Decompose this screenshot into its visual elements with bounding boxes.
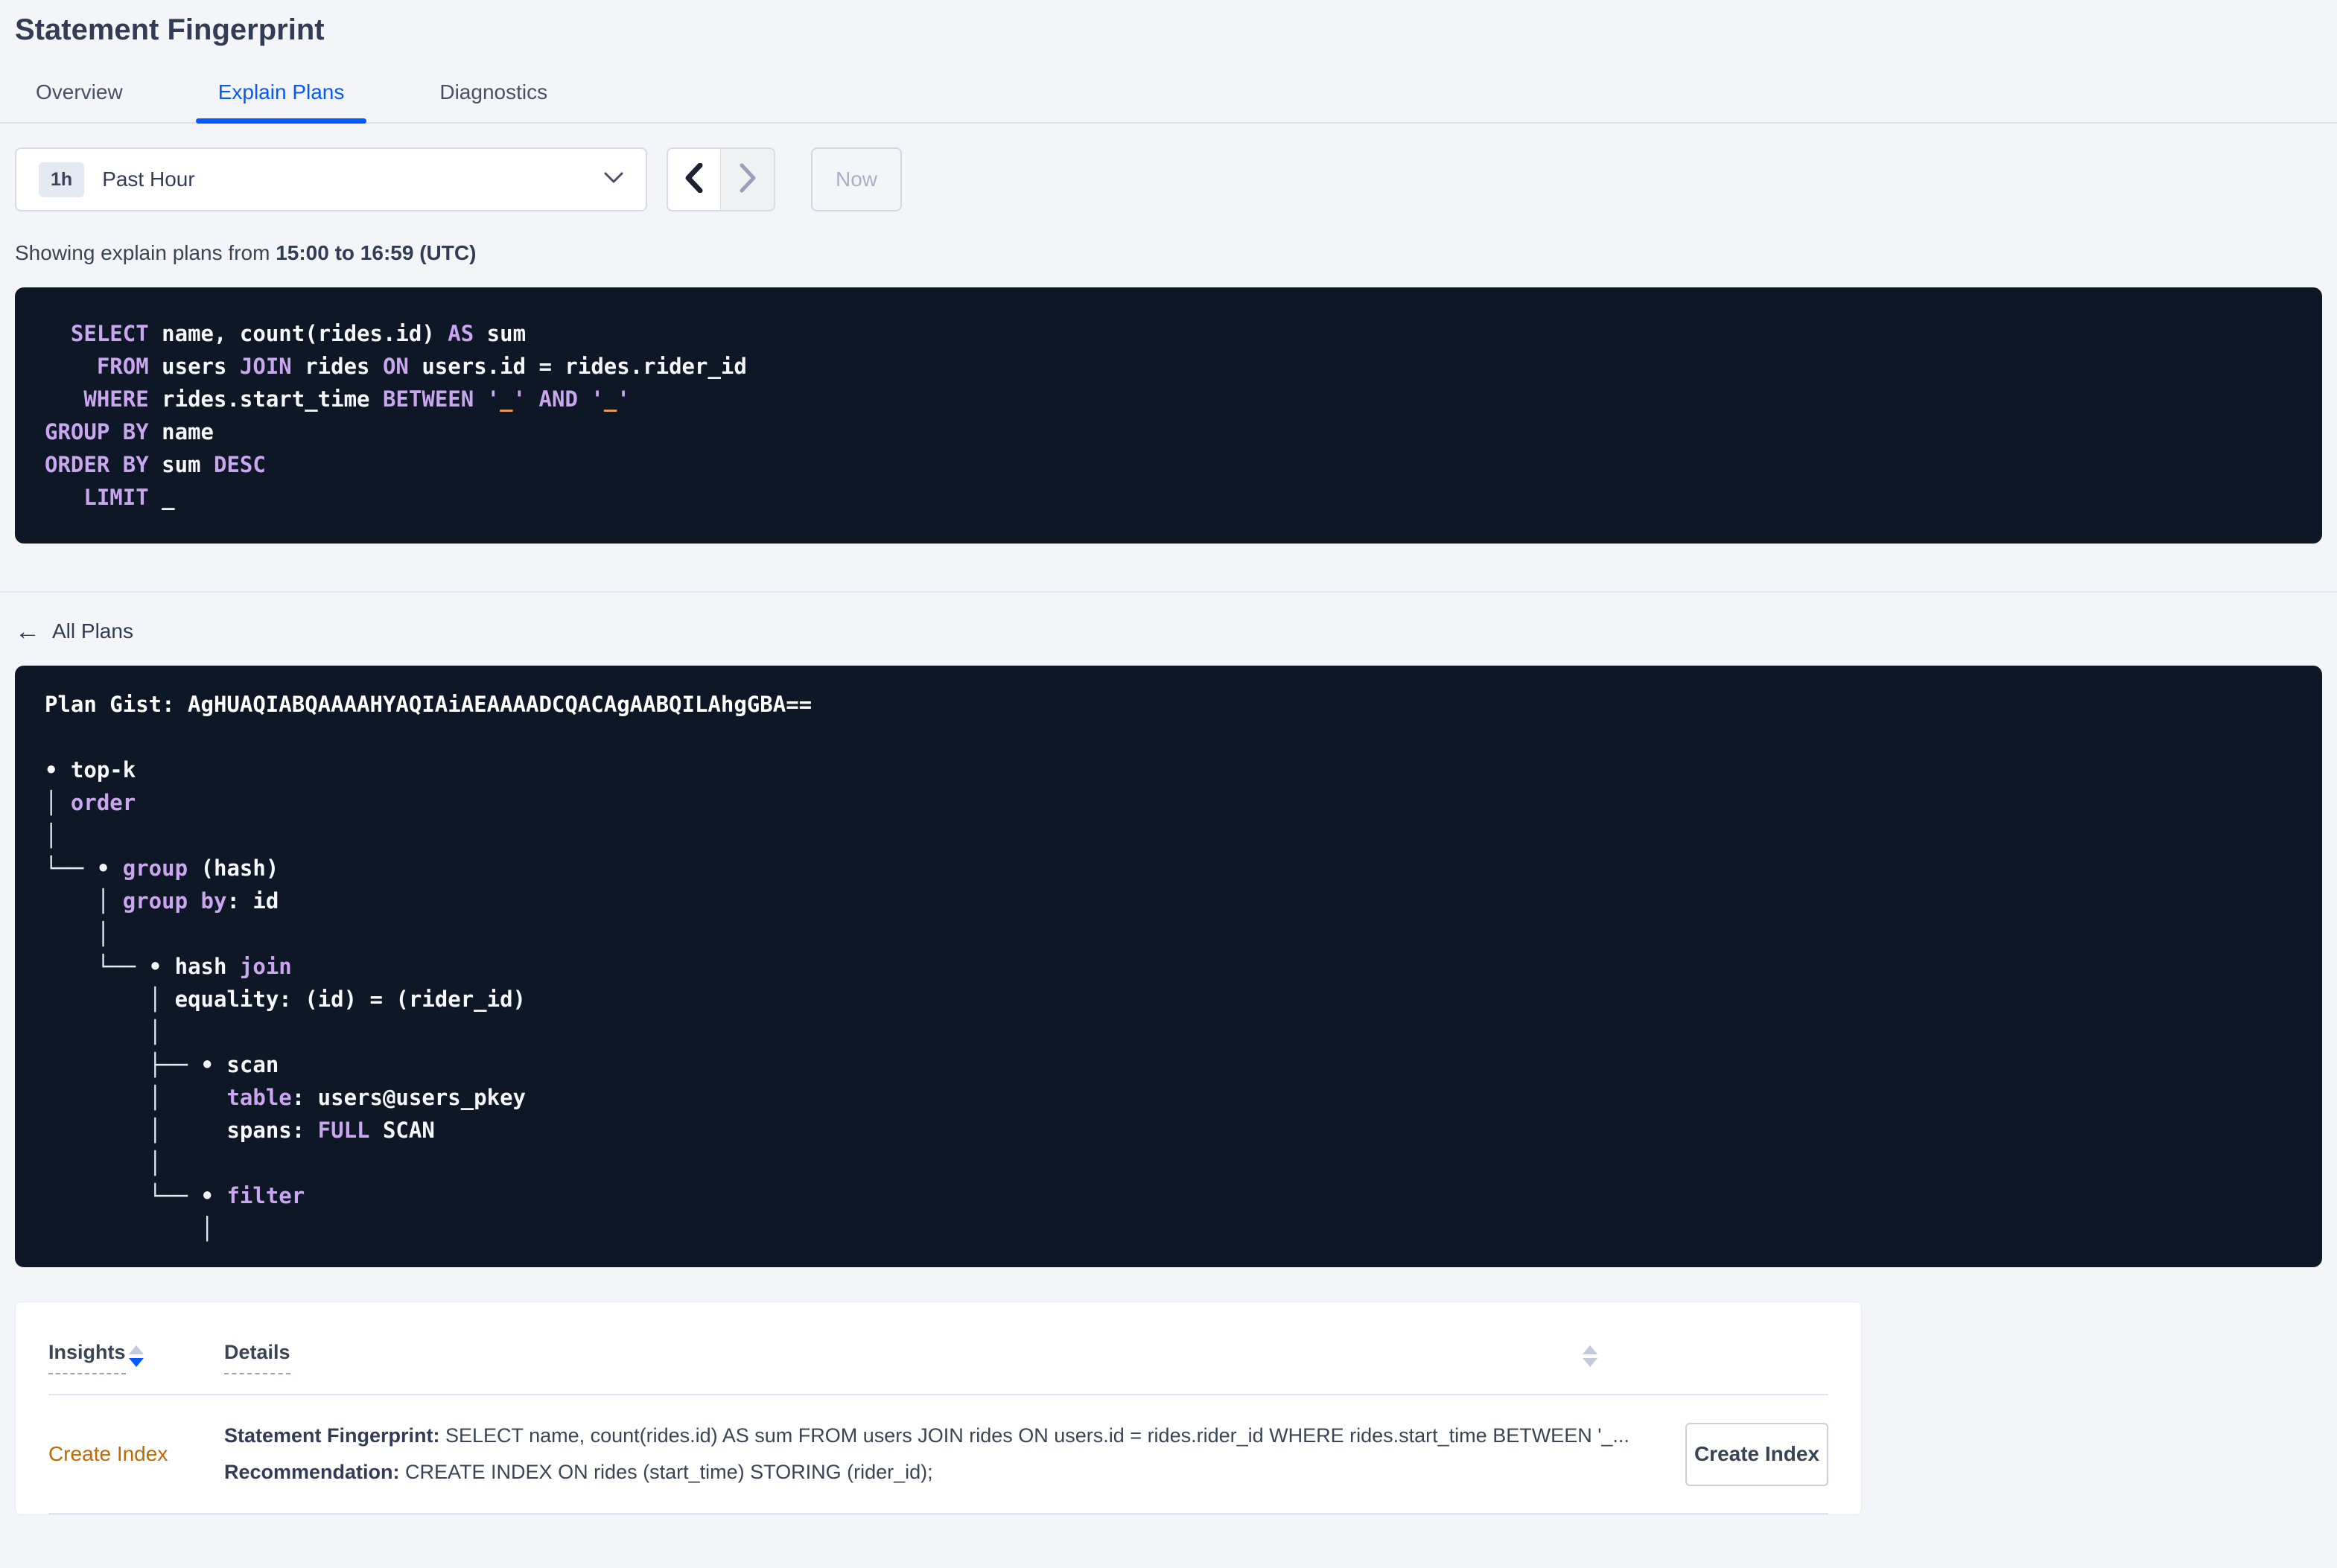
column-header-insights[interactable]: Insights — [48, 1341, 126, 1374]
tab-diagnostics[interactable]: Diagnostics — [417, 67, 570, 122]
insight-type-link[interactable]: Create Index — [48, 1442, 168, 1466]
now-button[interactable]: Now — [811, 147, 902, 211]
chevron-down-icon — [604, 172, 623, 188]
tab-bar: Overview Explain Plans Diagnostics — [0, 67, 2337, 124]
sort-icon-details[interactable] — [1583, 1345, 1597, 1367]
previous-interval-button[interactable] — [668, 149, 721, 210]
insight-details: Statement Fingerprint: SELECT name, coun… — [224, 1424, 1659, 1484]
plan-gist-block: Plan Gist: AgHUAQIABQAAAAHYAQIAiAEAAAADC… — [15, 666, 2322, 1267]
time-range-badge: 1h — [39, 162, 85, 197]
time-toolbar: 1h Past Hour Now — [0, 147, 2337, 211]
time-range-summary: Showing explain plans from 15:00 to 16:5… — [15, 241, 477, 264]
sort-icon-insights[interactable] — [128, 1345, 144, 1367]
sql-statement-block: SELECT name, count(rides.id) AS sum FROM… — [15, 287, 2322, 544]
time-range-dropdown[interactable]: 1h Past Hour — [15, 147, 647, 211]
chevron-right-icon — [739, 163, 757, 197]
table-row: Create Index Statement Fingerprint: SELE… — [48, 1395, 1828, 1514]
tab-explain-plans[interactable]: Explain Plans — [195, 67, 367, 124]
all-plans-link[interactable]: ← All Plans — [15, 617, 133, 646]
section-divider — [0, 591, 2337, 593]
recommendation-line: Recommendation: CREATE INDEX ON rides (s… — [224, 1461, 933, 1483]
insights-table-header: Insights Details — [48, 1341, 1828, 1374]
create-index-button[interactable]: Create Index — [1685, 1422, 1828, 1486]
page-title: Statement Fingerprint — [15, 13, 325, 46]
next-interval-button[interactable] — [721, 149, 774, 210]
tab-overview[interactable]: Overview — [13, 67, 145, 122]
left-arrow-icon: ← — [15, 617, 40, 646]
statement-fingerprint-line: Statement Fingerprint: SELECT name, coun… — [224, 1424, 1629, 1447]
time-range-label: Past Hour — [102, 168, 195, 191]
time-step-buttons — [667, 147, 775, 211]
chevron-left-icon — [685, 162, 703, 197]
column-header-details[interactable]: Details — [224, 1341, 290, 1374]
insights-card: Insights Details Create Index Statement … — [15, 1301, 1862, 1515]
